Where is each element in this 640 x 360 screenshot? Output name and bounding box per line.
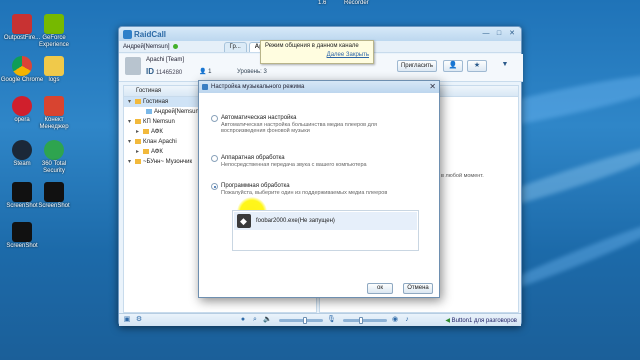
desktop-icon-connect-manager[interactable]: Конект Менеджер xyxy=(32,96,76,131)
maximize-button[interactable]: □ xyxy=(494,30,504,38)
dialog-titlebar: Настройка музыкального режима ✕ xyxy=(199,81,439,93)
record-icon[interactable]: ◉ xyxy=(391,316,399,324)
channel-users: 👤 1 xyxy=(199,69,212,75)
tab-group[interactable]: Гр... xyxy=(223,42,247,52)
desktop-icon-screenshot[interactable]: ScreenShot xyxy=(0,222,44,250)
invite-button[interactable]: Пригласить xyxy=(397,60,437,72)
filter-icon[interactable]: ▼ xyxy=(495,60,515,72)
option-software[interactable]: Программная обработка Пожалуйста, выбери… xyxy=(211,183,388,196)
music-mode-dialog: Настройка музыкального режима ✕ Автомати… xyxy=(198,80,440,298)
add-member-icon[interactable]: 👤 xyxy=(443,60,463,72)
bottom-bar: ▣ ⚙ ● ⌕ 🔈 🎙 ◉ ♪ ◀ Button1 для разговоров xyxy=(119,313,521,326)
desktop-icon-360[interactable]: 360 Total Security xyxy=(32,140,76,175)
radio-auto[interactable] xyxy=(211,115,218,122)
user-name[interactable]: Андрей[Nemsun] xyxy=(123,44,170,50)
user-icon xyxy=(146,108,152,114)
settings-icon[interactable]: ⚙ xyxy=(135,316,143,324)
speaker-icon[interactable]: 🔈 xyxy=(263,316,272,324)
raidcall-logo-icon xyxy=(123,29,132,39)
channel-avatar[interactable] xyxy=(125,57,141,75)
screenshot-icon xyxy=(44,182,64,202)
channel-id: ID 11465280 xyxy=(146,67,183,76)
close-button[interactable]: ✕ xyxy=(507,30,517,38)
steam-icon xyxy=(12,140,32,160)
radio-software[interactable] xyxy=(211,183,218,190)
close-icon[interactable]: ✕ xyxy=(429,81,436,93)
music-mode-icon[interactable]: ♪ xyxy=(403,316,411,324)
favorite-icon[interactable]: ★ xyxy=(467,60,487,72)
player-label: foobar2000.exe(Не запущен) xyxy=(256,218,335,224)
push-to-talk-label[interactable]: ◀ Button1 для разговоров xyxy=(445,317,517,324)
geforce-icon xyxy=(44,14,64,34)
titlebar: RaidCall — □ ✕ xyxy=(119,27,521,41)
dialog-title: Настройка музыкального режима xyxy=(211,84,305,90)
online-status-icon[interactable] xyxy=(172,44,178,49)
chat-note: в любой момент. xyxy=(441,173,484,179)
tooltip-link[interactable]: Далее Закрыть xyxy=(265,52,369,58)
mic-slider[interactable] xyxy=(343,316,387,324)
app-logo: RaidCall xyxy=(134,29,167,39)
player-list: foobar2000.exe(Не запущен) xyxy=(232,210,419,251)
channel-mode-tooltip: Режим общения в данном канале Далее Закр… xyxy=(260,40,374,64)
screenshot-icon xyxy=(12,222,32,242)
screenshot-icon xyxy=(12,182,32,202)
folder-icon xyxy=(44,56,64,76)
chrome-icon xyxy=(12,56,32,76)
tooltip-text: Режим общения в данном канале xyxy=(265,43,359,49)
folder-icon xyxy=(135,98,141,104)
desktop-icon-screenshot[interactable]: ScreenShot xyxy=(32,182,76,210)
option-desc: Автоматическая настройка большинства мед… xyxy=(221,122,377,134)
microphone-icon[interactable]: 🎙 xyxy=(327,316,336,324)
option-desc: Непосредственная передача звука с вашего… xyxy=(221,162,367,168)
folder-icon xyxy=(143,148,149,154)
dialog-icon xyxy=(202,84,208,90)
connect-manager-icon xyxy=(44,96,64,116)
mic-mode-icon[interactable]: ▣ xyxy=(123,316,131,324)
folder-icon xyxy=(143,128,149,134)
option-auto[interactable]: Автоматическая настройка Автоматическая … xyxy=(211,115,411,134)
firewall-icon xyxy=(12,14,32,34)
channel-name: Apachi [Team] xyxy=(146,57,185,63)
folder-icon xyxy=(135,158,141,164)
option-label: Автоматическая настройка xyxy=(221,115,297,121)
cancel-button[interactable]: Отмена xyxy=(403,283,433,294)
desktop-icon-geforce[interactable]: GeForce Experience xyxy=(32,14,76,49)
radio-hardware[interactable] xyxy=(211,155,218,162)
ok-button[interactable]: ок xyxy=(367,283,393,294)
foobar-icon xyxy=(237,214,251,228)
desktop-top-label: Recorder xyxy=(344,0,369,6)
volume-slider[interactable] xyxy=(279,316,323,324)
option-desc: Пожалуйста, выберите один из поддерживае… xyxy=(221,190,388,196)
opera-icon xyxy=(12,96,32,116)
search-icon[interactable]: ⌕ xyxy=(251,316,259,324)
folder-icon xyxy=(135,118,141,124)
option-hardware[interactable]: Аппаратная обработка Непосредственная пе… xyxy=(211,155,367,168)
player-item[interactable]: foobar2000.exe(Не запущен) xyxy=(234,212,417,230)
desktop-top-label: 1.6 xyxy=(318,0,327,6)
option-label: Аппаратная обработка xyxy=(221,155,285,161)
option-label: Программная обработка xyxy=(221,183,290,189)
desktop-icon-logs[interactable]: logs xyxy=(32,56,76,84)
location-icon[interactable]: ● xyxy=(239,316,247,324)
security-icon xyxy=(44,140,64,160)
folder-icon xyxy=(135,138,141,144)
minimize-button[interactable]: — xyxy=(481,30,491,38)
channel-level: Уровень: 3 xyxy=(237,69,267,75)
